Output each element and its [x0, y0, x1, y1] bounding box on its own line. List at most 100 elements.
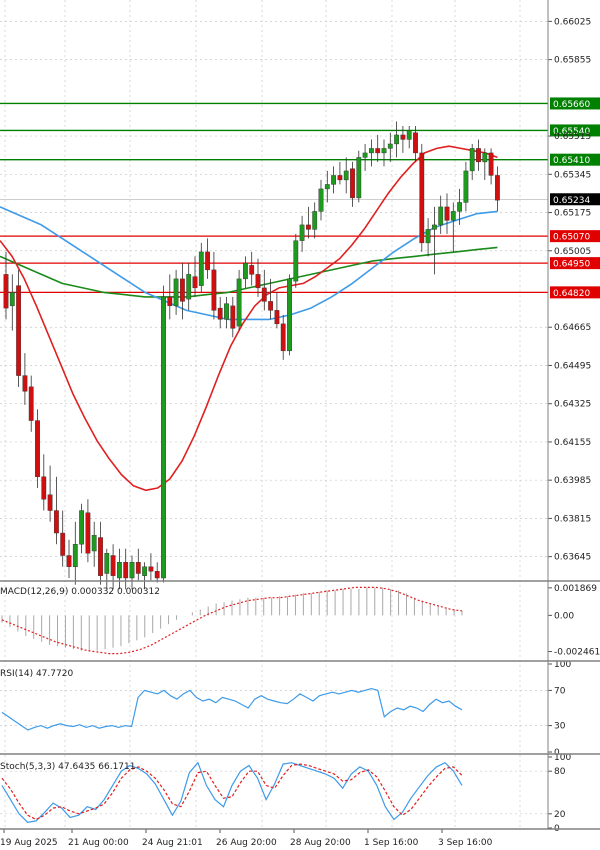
candle-34 — [217, 296, 223, 329]
candle-body-50 — [318, 188, 324, 212]
candle-body-10 — [66, 555, 72, 567]
price-tick-label-6: 0.64665 — [554, 323, 591, 333]
macd-tick-label-2: -0.002461 — [554, 648, 600, 658]
candle-body-59 — [375, 148, 381, 154]
candle-33 — [211, 251, 217, 320]
candle-body-74 — [469, 148, 475, 172]
candle-body-2 — [16, 285, 21, 376]
candle-body-61 — [387, 143, 393, 149]
candle-44 — [280, 314, 286, 360]
candle-15 — [98, 521, 103, 585]
candle-body-37 — [236, 278, 242, 327]
candle-17 — [110, 544, 116, 590]
candle-42 — [268, 278, 273, 320]
macd-tick-label-1: 0.00 — [554, 611, 574, 621]
candle-20 — [129, 555, 135, 590]
candle-6 — [41, 454, 47, 511]
candle-55 — [350, 161, 355, 207]
time-tick-label-1: 21 Aug 00:00 — [68, 838, 129, 848]
candle-body-22 — [142, 566, 147, 576]
candle-60 — [381, 139, 387, 167]
candle-body-31 — [198, 251, 204, 286]
candle-body-12 — [79, 510, 85, 545]
candle-body-7 — [47, 494, 53, 511]
time-axis: 19 Aug 2025 21 Aug 00:00 24 Aug 21:01 26 Au… — [0, 829, 493, 848]
candle-30 — [192, 256, 198, 297]
level-label-2: 0.65410 — [553, 156, 590, 166]
candle-body-3 — [22, 375, 28, 392]
candle-16 — [104, 548, 110, 590]
macd-signal-line — [1, 586, 463, 655]
candle-body-43 — [274, 310, 280, 325]
time-tick-label-3: 26 Aug 20:00 — [216, 838, 277, 848]
candle-65 — [413, 125, 418, 162]
candle-body-27 — [173, 278, 179, 307]
candle-body-32 — [205, 251, 210, 271]
candle-body-24 — [154, 571, 160, 579]
time-tick-label-0: 19 Aug 2025 — [0, 838, 58, 848]
candle-2 — [16, 269, 21, 387]
candle-body-52 — [331, 175, 336, 185]
candle-59 — [375, 134, 381, 162]
level-label-0: 0.65660 — [553, 100, 590, 110]
candle-68 — [432, 206, 437, 275]
candle-body-70 — [444, 206, 450, 221]
candle-57 — [362, 143, 368, 171]
candle-body-58 — [369, 148, 374, 154]
price-tick-label-3: 0.65345 — [554, 170, 591, 180]
candle-body-39 — [249, 265, 255, 275]
candle-body-4 — [28, 386, 34, 421]
candle-22 — [142, 562, 147, 590]
candle-23 — [148, 553, 154, 581]
candle-body-76 — [482, 152, 488, 163]
candle-body-67 — [425, 229, 431, 244]
time-tick-label-2: 24 Aug 21:01 — [142, 838, 203, 848]
price-tick-label-1: 0.65855 — [554, 56, 591, 66]
candle-body-19 — [123, 562, 129, 579]
macd-pane: MACD(12,26,9) 0.000332 0.000312 0.001869… — [0, 584, 600, 658]
candle-50 — [318, 179, 324, 221]
rsi-tick-label-2: 30 — [554, 722, 566, 732]
candle-61 — [387, 132, 393, 162]
candle-body-34 — [217, 307, 223, 320]
candle-24 — [154, 562, 160, 583]
candle-3 — [22, 353, 28, 405]
candle-76 — [482, 148, 488, 180]
candle-28 — [179, 263, 185, 320]
candle-body-54 — [343, 170, 349, 181]
candle-body-46 — [293, 240, 299, 282]
candle-56 — [356, 150, 362, 203]
candle-body-9 — [60, 532, 66, 556]
price-tick-label-12: 0.63645 — [554, 553, 591, 563]
candle-37 — [236, 269, 242, 331]
candle-body-23 — [148, 566, 154, 572]
candle-45 — [287, 274, 292, 356]
price-tick-label-11: 0.63815 — [554, 514, 591, 524]
candle-27 — [173, 269, 179, 315]
candle-body-5 — [35, 420, 40, 477]
candle-body-0 — [3, 274, 9, 309]
candle-body-78 — [495, 175, 500, 201]
candle-body-11 — [72, 544, 78, 567]
candle-69 — [438, 195, 444, 234]
candle-66 — [419, 143, 425, 252]
price-tick-label-10: 0.63985 — [554, 476, 591, 486]
candle-body-69 — [438, 206, 444, 226]
rsi-label: RSI(14) 47.7720 — [0, 669, 73, 679]
candle-body-21 — [135, 562, 141, 574]
candle-1 — [9, 274, 15, 331]
candle-43 — [274, 292, 280, 329]
candle-48 — [306, 206, 311, 239]
price-pane: 0.656600.655400.654100.650700.649500.648… — [0, 0, 600, 829]
candle-5 — [35, 409, 40, 489]
price-tick-label-9: 0.64155 — [554, 438, 591, 448]
candle-body-65 — [413, 132, 418, 154]
candle-64 — [406, 125, 412, 149]
time-tick-label-4: 28 Aug 20:00 — [290, 838, 351, 848]
candle-46 — [293, 233, 299, 288]
candle-body-44 — [280, 323, 286, 352]
candle-body-20 — [129, 562, 135, 579]
stoch-label: Stoch(5,3,3) 47.6435 66.1711 — [0, 762, 135, 772]
candle-body-71 — [450, 211, 456, 221]
candle-body-45 — [287, 278, 292, 352]
